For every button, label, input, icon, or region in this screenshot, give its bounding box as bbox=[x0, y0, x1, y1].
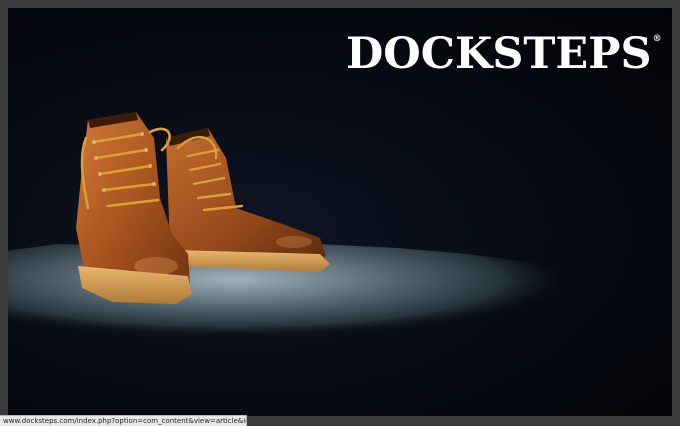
status-bar-url: www.docksteps.com/index.php?option=com_c… bbox=[0, 415, 247, 426]
registered-mark: ® bbox=[652, 34, 662, 44]
boots-illustration bbox=[76, 112, 330, 304]
hero-image[interactable]: DOCKSTEPS® bbox=[8, 8, 672, 416]
brand-logo[interactable]: DOCKSTEPS® bbox=[346, 33, 662, 76]
browser-frame: DOCKSTEPS® www.docksteps.com/index.php?o… bbox=[0, 0, 680, 426]
brand-name: DOCKSTEPS bbox=[346, 29, 652, 79]
